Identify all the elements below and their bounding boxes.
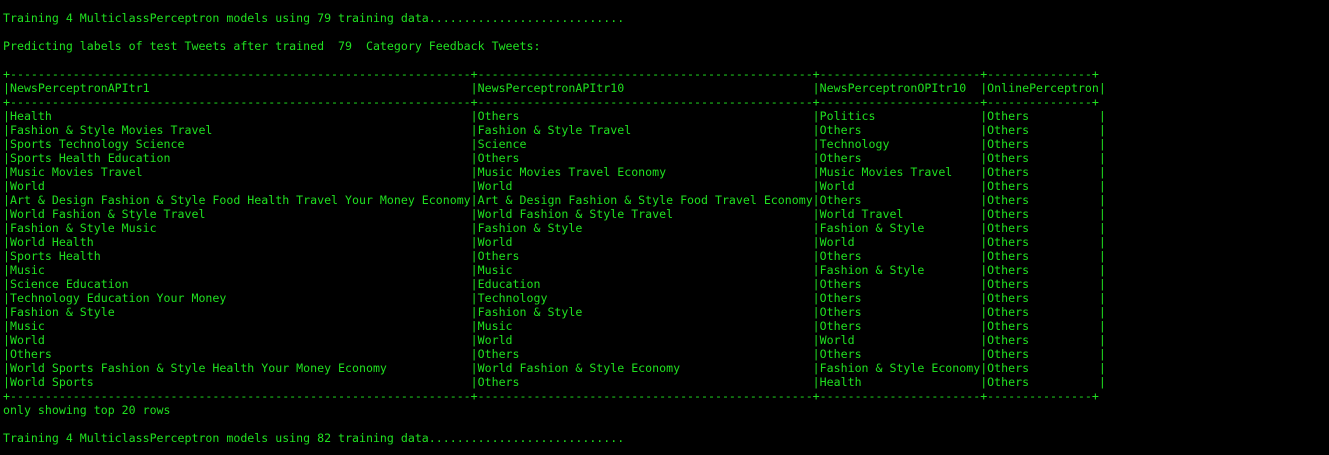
table-row: |Music Movies Travel |Music Movies Trave… bbox=[3, 165, 1106, 179]
table-row: |World Sports |Others |Health |Others | bbox=[3, 375, 1106, 389]
table-row: |Music |Music |Others |Others | bbox=[3, 319, 1106, 333]
table-row: |Science Education |Education |Others |O… bbox=[3, 277, 1106, 291]
table-row: |Fashion & Style Music |Fashion & Style … bbox=[3, 221, 1106, 235]
table-row: |Health |Others |Politics |Others | bbox=[3, 109, 1106, 123]
table-row: |World |World |World |Others | bbox=[3, 179, 1106, 193]
table-row: |World Fashion & Style Travel |World Fas… bbox=[3, 207, 1106, 221]
table-row: |Technology Education Your Money |Techno… bbox=[3, 291, 1106, 305]
training-status-line: Training 4 MulticlassPerceptron models u… bbox=[3, 431, 625, 445]
table-row: |Art & Design Fashion & Style Food Healt… bbox=[3, 193, 1106, 207]
prediction-status-line: Predicting labels of test Tweets after t… bbox=[3, 39, 541, 53]
table-row: |Sports Health Education |Others |Others… bbox=[3, 151, 1106, 165]
table-border: +---------------------------------------… bbox=[3, 95, 1099, 109]
training-status-line: Training 4 MulticlassPerceptron models u… bbox=[3, 11, 625, 25]
table-row: |World Sports Fashion & Style Health You… bbox=[3, 361, 1106, 375]
table-row: |Sports Health |Others |Others |Others | bbox=[3, 249, 1106, 263]
table-row: |Sports Technology Science |Science |Tec… bbox=[3, 137, 1106, 151]
table-row: |Fashion & Style Movies Travel |Fashion … bbox=[3, 123, 1106, 137]
table-row: |World |World |World |Others | bbox=[3, 333, 1106, 347]
table-row: |Others |Others |Others |Others | bbox=[3, 347, 1106, 361]
table-row: |Fashion & Style |Fashion & Style |Other… bbox=[3, 305, 1106, 319]
table-border: +---------------------------------------… bbox=[3, 389, 1099, 403]
table-header-row: |NewsPerceptronAPItr1 |NewsPerceptronAPI… bbox=[3, 81, 1106, 95]
table-row: |Music |Music |Fashion & Style |Others | bbox=[3, 263, 1106, 277]
terminal-output[interactable]: Training 4 MulticlassPerceptron models u… bbox=[3, 11, 1323, 451]
table-row: |World Health |World |World |Others | bbox=[3, 235, 1106, 249]
table-border: +---------------------------------------… bbox=[3, 67, 1099, 81]
row-limit-note: only showing top 20 rows bbox=[3, 403, 171, 417]
